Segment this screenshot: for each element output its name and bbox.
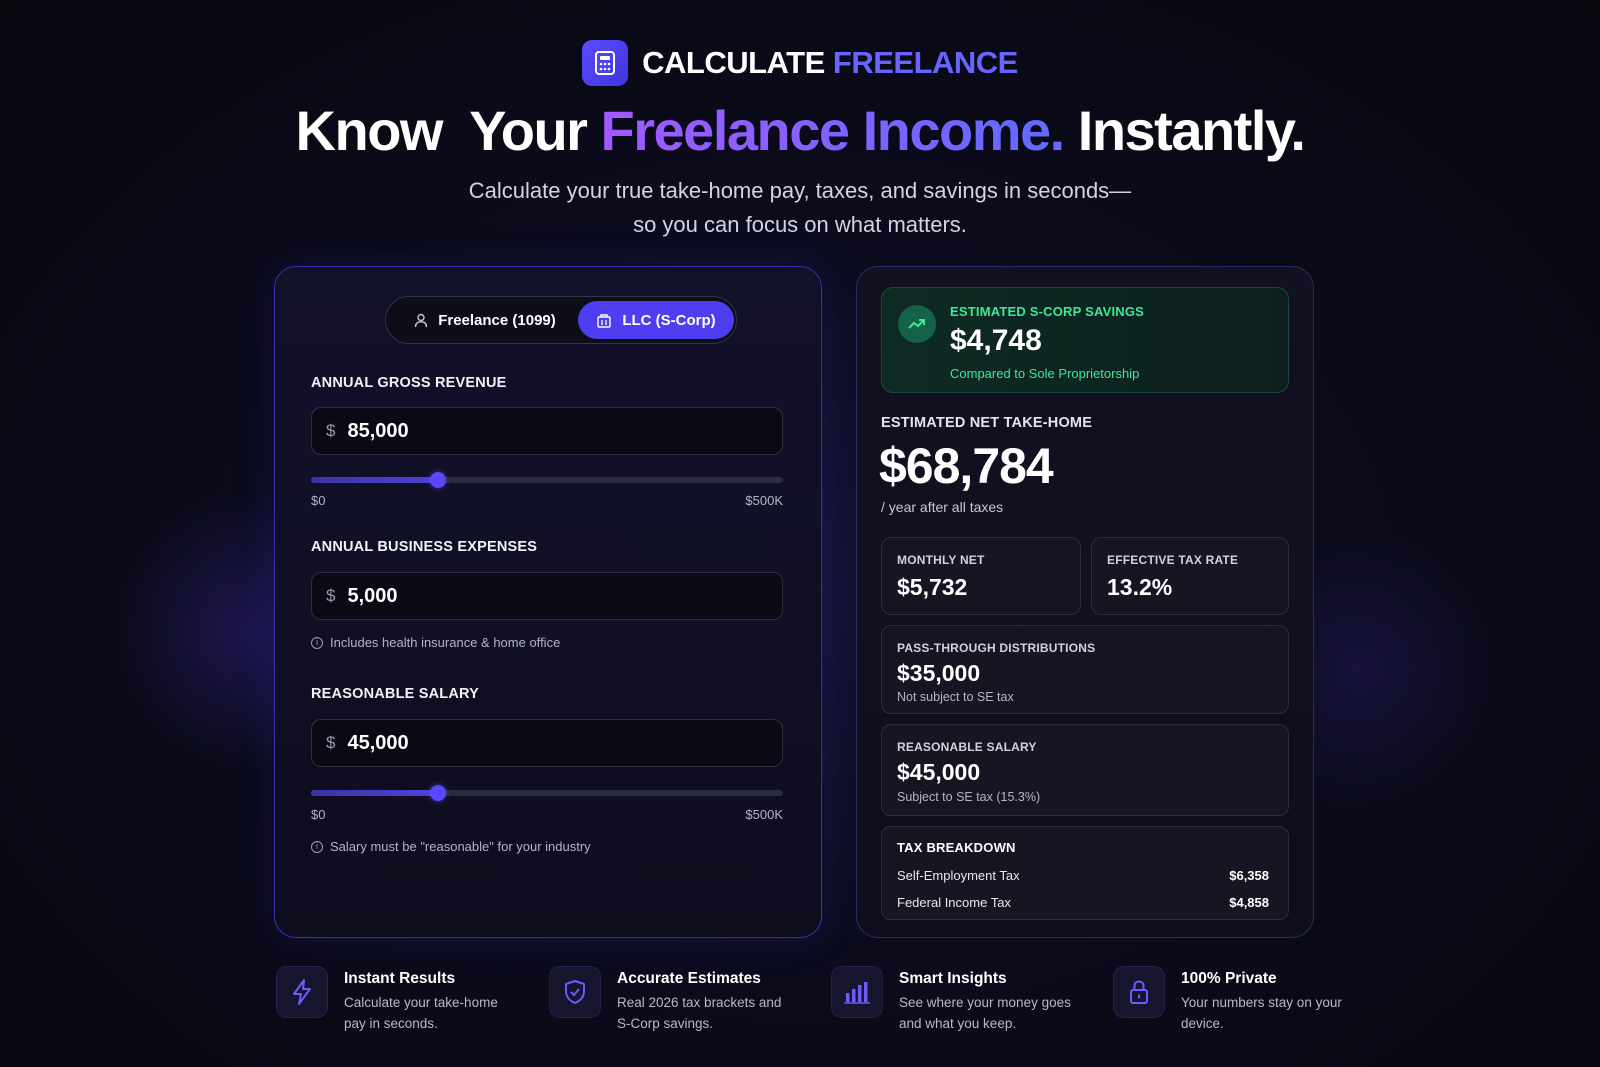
tax-breakdown-row: Federal Income Tax $4,858 <box>897 895 1269 910</box>
hero-title-part1: Know Your <box>295 99 601 162</box>
tax-row-label: Self-Employment Tax <box>897 868 1020 883</box>
building-icon <box>597 313 612 328</box>
revenue-slider-max: $500K <box>745 493 783 508</box>
revenue-slider-range: $0 $500K <box>311 493 783 508</box>
tax-row-amount: $6,358 <box>1229 868 1269 883</box>
salary-slider-thumb[interactable] <box>430 785 447 801</box>
feature-desc: Calculate your take-home pay in seconds. <box>344 995 498 1031</box>
salary-result-sub: Subject to SE tax (15.3%) <box>897 790 1041 804</box>
toggle-freelance-label: Freelance (1099) <box>438 311 556 329</box>
salary-value: 45,000 <box>347 731 409 754</box>
currency-symbol: $ <box>326 421 336 440</box>
salary-input[interactable]: $ 45,000 <box>311 719 783 767</box>
trending-up-icon <box>898 305 936 343</box>
expenses-note: i Includes health insurance & home offic… <box>311 635 560 650</box>
distributions-value: $35,000 <box>897 660 981 686</box>
info-icon: i <box>311 636 323 649</box>
revenue-slider[interactable] <box>311 472 783 488</box>
feature-title: Accurate Estimates <box>617 970 761 987</box>
tax-breakdown-title: TAX BREAKDOWN <box>897 840 1016 855</box>
hero-subtitle: Calculate your true take-home pay, taxes… <box>0 174 1600 242</box>
salary-result-label: REASONABLE SALARY <box>897 740 1037 754</box>
feature-title: Instant Results <box>344 970 456 987</box>
toggle-freelance-1099[interactable]: Freelance (1099) <box>392 301 578 339</box>
brand-name: CALCULATE FREELANCE <box>642 45 1018 81</box>
salary-note: i Salary must be "reasonable" for your i… <box>311 839 591 854</box>
feature-title: Smart Insights <box>899 970 1007 987</box>
savings-value: $4,748 <box>950 324 1042 357</box>
hero-subtitle-line1: Calculate your true take-home pay, taxes… <box>468 178 1132 203</box>
revenue-input[interactable]: $ 85,000 <box>311 407 783 455</box>
expenses-note-text: Includes health insurance & home office <box>330 635 561 650</box>
revenue-slider-thumb[interactable] <box>430 472 447 488</box>
salary-slider-fill <box>311 790 439 796</box>
lock-icon <box>1113 966 1165 1018</box>
tax-row-amount: $4,858 <box>1229 895 1269 910</box>
person-icon <box>415 313 428 327</box>
monthly-net-value: $5,732 <box>897 574 968 600</box>
info-icon: i <box>311 840 323 853</box>
toggle-llc-scorp[interactable]: LLC (S-Corp) <box>578 301 734 339</box>
feature-instant-results: Instant Results Calculate your take-home… <box>276 966 516 1034</box>
hero-title: Know Your Freelance Income. Instantly. <box>0 98 1600 163</box>
calculator-card: Freelance (1099) LLC (S-Corp) ANNUAL GRO… <box>274 266 822 938</box>
salary-slider-max: $500K <box>745 807 783 822</box>
hero-title-highlight: Freelance Income. <box>600 99 1066 162</box>
scorp-savings-panel: ESTIMATED S-CORP SAVINGS $4,748 Compared… <box>881 287 1289 393</box>
shield-check-icon <box>549 966 601 1018</box>
tax-rate-card: EFFECTIVE TAX RATE 13.2% <box>1091 537 1289 615</box>
revenue-value: 85,000 <box>347 419 409 442</box>
bar-chart-icon <box>831 966 883 1018</box>
tax-breakdown-row: Self-Employment Tax $6,358 <box>897 868 1269 883</box>
feature-accurate-estimates: Accurate Estimates Real 2026 tax bracket… <box>549 966 789 1034</box>
expenses-value: 5,000 <box>347 584 398 607</box>
tax-breakdown-card: TAX BREAKDOWN Self-Employment Tax $6,358… <box>881 826 1289 920</box>
monthly-net-label: MONTHLY NET <box>897 553 985 567</box>
salary-label: REASONABLE SALARY <box>311 686 480 702</box>
salary-slider[interactable] <box>311 785 783 801</box>
brand-name-part1: CALCULATE <box>642 45 825 80</box>
salary-slider-range: $0 $500K <box>311 807 783 822</box>
toggle-llc-label: LLC (S-Corp) <box>622 311 716 329</box>
salary-note-text: Salary must be "reasonable" for your ind… <box>330 839 591 854</box>
tax-row-label: Federal Income Tax <box>897 895 1011 910</box>
revenue-slider-fill <box>311 477 439 483</box>
results-card: ESTIMATED S-CORP SAVINGS $4,748 Compared… <box>856 266 1314 938</box>
feature-desc: Your numbers stay on your device. <box>1181 995 1342 1031</box>
distributions-card: PASS-THROUGH DISTRIBUTIONS $35,000 Not s… <box>881 625 1289 714</box>
feature-desc: See where your money goes and what you k… <box>899 995 1071 1031</box>
feature-smart-insights: Smart Insights See where your money goes… <box>831 966 1071 1034</box>
lightning-icon <box>276 966 328 1018</box>
expenses-input[interactable]: $ 5,000 <box>311 572 783 620</box>
salary-slider-min: $0 <box>311 807 326 822</box>
net-takehome-label: ESTIMATED NET TAKE-HOME <box>881 415 1093 431</box>
revenue-label: ANNUAL GROSS REVENUE <box>311 375 507 391</box>
savings-label: ESTIMATED S-CORP SAVINGS <box>950 304 1145 319</box>
monthly-net-card: MONTHLY NET $5,732 <box>881 537 1081 615</box>
net-takehome-sub: / year after all taxes <box>881 499 1004 515</box>
entity-type-toggle: Freelance (1099) LLC (S-Corp) <box>385 296 737 344</box>
distributions-sub: Not subject to SE tax <box>897 690 1014 704</box>
calculator-icon <box>582 40 629 86</box>
currency-symbol: $ <box>326 586 336 605</box>
hero-title-part2: Instantly. <box>1063 99 1306 162</box>
distributions-label: PASS-THROUGH DISTRIBUTIONS <box>897 641 1096 655</box>
feature-title: 100% Private <box>1181 970 1277 987</box>
salary-result-card: REASONABLE SALARY $45,000 Subject to SE … <box>881 724 1289 816</box>
brand-header: CALCULATE FREELANCE <box>0 40 1600 86</box>
hero-subtitle-line2: so you can focus on what matters. <box>633 212 967 237</box>
feature-desc: Real 2026 tax brackets and S-Corp saving… <box>617 995 782 1031</box>
tax-rate-label: EFFECTIVE TAX RATE <box>1107 553 1239 567</box>
tax-rate-value: 13.2% <box>1107 574 1173 600</box>
salary-result-value: $45,000 <box>897 759 981 785</box>
expenses-label: ANNUAL BUSINESS EXPENSES <box>311 539 538 555</box>
savings-sub: Compared to Sole Proprietorship <box>950 366 1140 381</box>
currency-symbol: $ <box>326 733 336 752</box>
revenue-slider-min: $0 <box>311 493 326 508</box>
net-takehome-value: $68,784 <box>879 438 1054 494</box>
feature-private: 100% Private Your numbers stay on your d… <box>1113 966 1353 1034</box>
brand-name-part2: FREELANCE <box>832 45 1018 80</box>
